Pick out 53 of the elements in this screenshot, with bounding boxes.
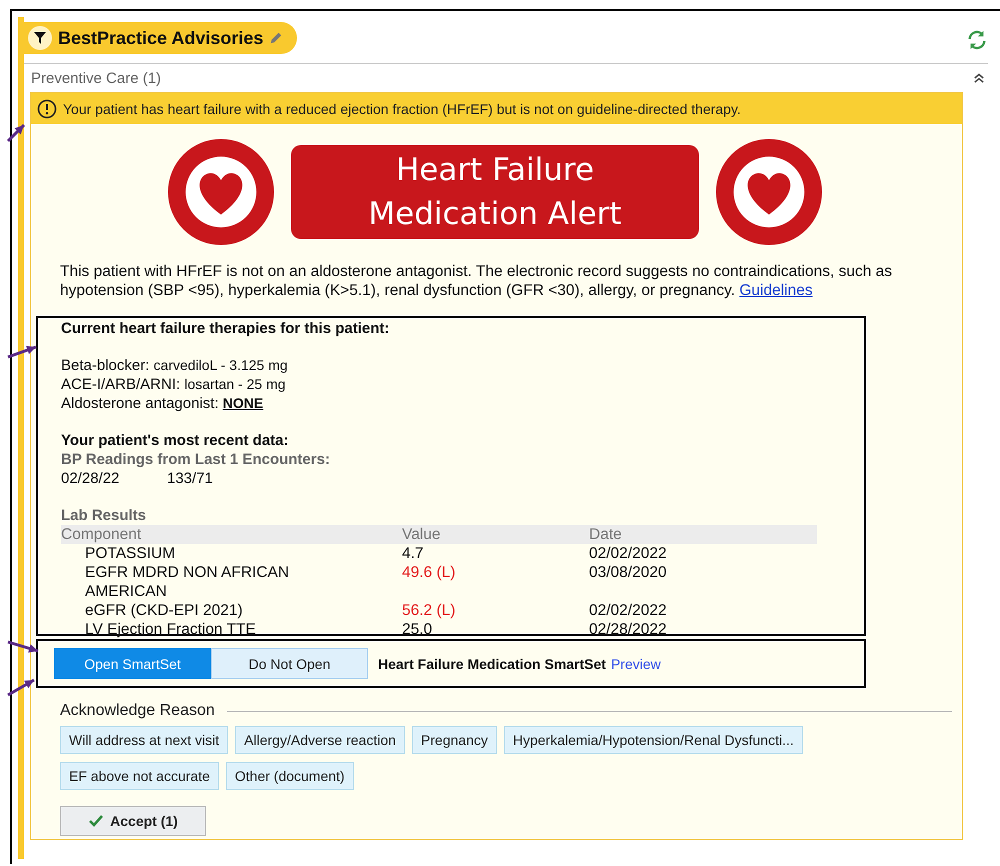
open-smartset-button[interactable]: Open SmartSet <box>54 648 211 679</box>
table-cell-text: LV Ejection Fraction TTE <box>85 620 257 639</box>
filter-icon <box>28 26 52 50</box>
collapse-icon[interactable] <box>972 71 986 85</box>
table-cell-text: 25.0 <box>402 620 434 639</box>
reading-value: 133/71 <box>167 470 213 487</box>
advisory-message: This patient with HFrEF is not on an aldosterone antagonist. The electronic record suggests no contraindications, such as hypotension (SBP <95), hyperkalemia (K>5.1), renal dysfunction (GFR <30), allergy, or pregnancy. Guidelines <box>60 262 893 300</box>
section-title: Preventive Care (1) <box>31 70 162 86</box>
table-cell-text: 49.6 (L) <box>402 563 456 583</box>
smartset-name: Heart Failure Medication SmartSet <box>378 656 606 672</box>
table-cell-text: 4.7 <box>402 544 425 563</box>
check-icon <box>88 813 104 829</box>
therapy-label: Aldosterone antagonist: <box>61 395 220 412</box>
therapy-value: NONE <box>222 395 264 411</box>
reason-button[interactable]: Allergy/Adverse reaction <box>235 726 405 754</box>
table-cell-text: 56.2 (L) <box>402 601 456 620</box>
guidelines-link[interactable]: Guidelines <box>739 282 813 299</box>
table-cell-text: 02/02/2022 <box>589 601 668 620</box>
banner-text: Medication Alert <box>368 195 622 234</box>
heart-logo-icon <box>167 138 275 246</box>
reason-button[interactable]: Pregnancy <box>412 726 497 754</box>
pencil-icon <box>269 31 284 45</box>
alert-icon <box>37 98 57 118</box>
accept-button[interactable]: Accept (1) <box>60 806 206 836</box>
reading-date: 02/28/22 <box>61 469 120 488</box>
therapy-value: losartan - 25 mg <box>184 376 286 392</box>
therapy-label: ACE-I/ARB/ARNI: <box>61 376 182 393</box>
subsection-heading: Lab Results <box>61 506 148 525</box>
reason-button[interactable]: Other (document) <box>226 762 354 790</box>
warning-text: Your patient has heart failure with a reduced ejection fraction (HFrEF) but is not on guideline-directed therapy. <box>63 100 741 116</box>
reason-button[interactable]: Will address at next visit <box>60 726 228 754</box>
panel-title: BestPractice Advisories <box>58 28 264 48</box>
table-cell-text: 03/08/2020 <box>589 563 668 583</box>
therapy-label: Beta-blocker: <box>61 357 150 374</box>
refresh-icon <box>966 29 988 51</box>
table-cell-text: eGFR (CKD-EPI 2021) <box>85 601 244 620</box>
column-header: Date <box>589 525 623 544</box>
heart-logo-icon <box>715 138 823 246</box>
section-heading: Current heart failure therapies for this patient: <box>61 319 390 338</box>
reason-button[interactable]: EF above not accurate <box>60 762 219 790</box>
table-cell-text: POTASSIUM <box>85 544 176 563</box>
table-cell-text: 02/02/2022 <box>589 544 668 563</box>
column-header: Value <box>402 525 442 544</box>
do-not-open-button[interactable]: Do Not Open <box>211 648 368 679</box>
reason-button[interactable]: Hyperkalemia/Hypotension/Renal Dysfuncti... <box>504 726 803 754</box>
table-cell-text: 02/28/2022 <box>589 620 668 639</box>
therapy-value: carvediloL - 3.125 mg <box>154 357 288 373</box>
banner-text: Heart Failure <box>396 151 594 190</box>
column-header: Component <box>61 525 142 544</box>
subsection-heading: BP Readings from Last 1 Encounters: <box>61 450 331 469</box>
acknowledge-title: Acknowledge Reason <box>60 702 215 720</box>
preview-link[interactable]: Preview <box>610 656 661 672</box>
section-heading: Your patient's most recent data: <box>61 431 290 450</box>
